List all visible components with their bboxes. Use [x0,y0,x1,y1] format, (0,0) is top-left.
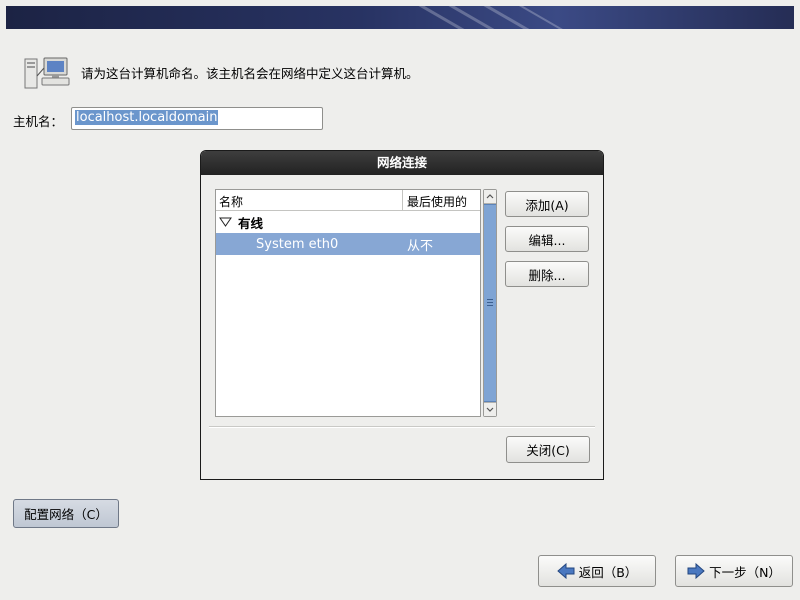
group-row-wired[interactable]: 有线 [216,211,480,233]
header-banner [6,6,794,29]
connection-last-used: 从不 [407,238,434,254]
connection-name: System eth0 [256,236,339,252]
hostname-instructions: 请为这台计算机命名。该主机名会在网络中定义这台计算机。 [81,66,419,81]
next-label: 下一步（N） [709,564,781,580]
arrow-right-icon [687,563,705,579]
chevron-down-icon [486,407,494,412]
network-computers-icon [24,57,70,89]
close-dialog-button[interactable]: 关闭(C) [506,436,590,463]
back-label: 返回（B） [578,564,638,580]
edit-connection-button[interactable]: 编辑... [505,226,589,252]
dialog-title: 网络连接 [201,151,603,175]
group-label: 有线 [238,215,264,231]
configure-network-button[interactable]: 配置网络（C） [13,499,119,528]
hostname-input[interactable]: localhost.localdomain [71,107,323,130]
dialog-separator [209,426,595,428]
connections-list[interactable]: 名称 最后使用的 有线 System eth0 从不 [215,189,481,417]
delete-connection-button[interactable]: 删除... [505,261,589,287]
scroll-up-button[interactable] [484,190,496,204]
list-header: 名称 最后使用的 [216,190,480,211]
scroll-thumb[interactable] [484,204,496,402]
add-connection-button[interactable]: 添加(A) [505,191,589,217]
back-button[interactable]: 返回（B） [538,555,656,587]
network-connections-dialog: 网络连接 名称 最后使用的 有线 System eth0 从不 添加(A) 编辑… [200,150,604,480]
column-header-last-used[interactable]: 最后使用的 [403,190,480,210]
hostname-value: localhost.localdomain [75,110,219,125]
list-scrollbar[interactable] [483,189,497,417]
expander-down-icon[interactable] [219,216,232,228]
column-header-name[interactable]: 名称 [216,190,403,210]
scroll-down-button[interactable] [484,402,496,416]
next-button[interactable]: 下一步（N） [675,555,793,587]
hostname-label: 主机名： [13,114,64,129]
arrow-left-icon [556,563,575,579]
chevron-up-icon [486,194,494,199]
connection-row-eth0[interactable]: System eth0 从不 [216,233,480,255]
